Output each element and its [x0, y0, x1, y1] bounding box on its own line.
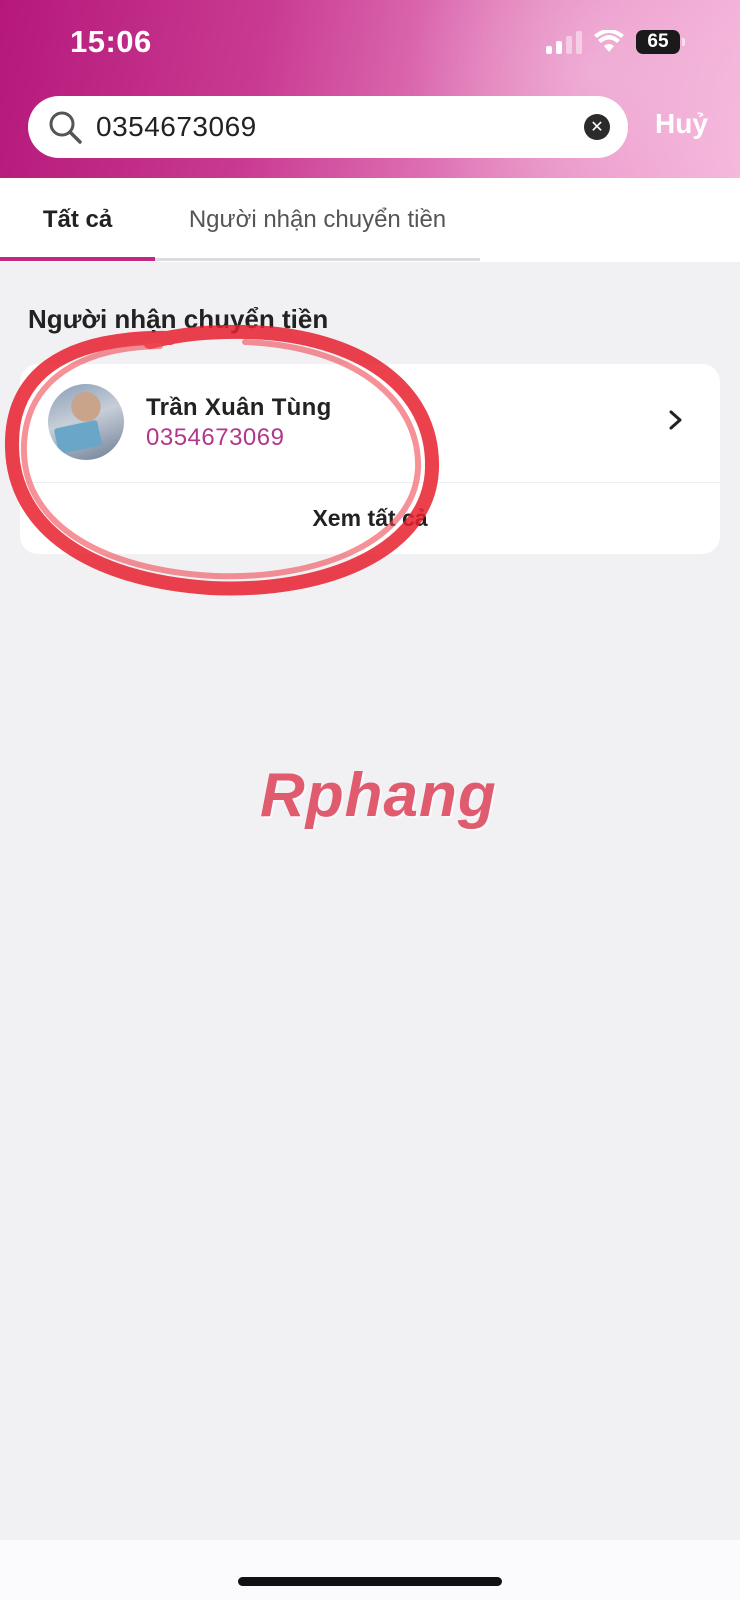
battery-icon: 65 — [636, 30, 685, 54]
home-indicator[interactable] — [238, 1577, 502, 1586]
watermark-logo: Rphang — [260, 760, 497, 831]
section-title: Người nhận chuyển tiền — [28, 304, 329, 334]
watermark-text: Rphang — [260, 761, 497, 830]
signal-icon — [546, 30, 582, 54]
tab-bar: Tất cả Người nhận chuyển tiền — [0, 178, 740, 262]
contact-name: Trần Xuân Tùng — [146, 394, 332, 421]
chevron-right-icon — [669, 410, 682, 430]
see-all-button[interactable]: Xem tất cả — [20, 483, 720, 554]
status-icons: 65 — [546, 28, 685, 56]
search-icon — [49, 111, 82, 144]
cancel-button[interactable]: Huỷ — [655, 108, 708, 140]
search-input[interactable] — [96, 111, 584, 143]
recipients-card: Trần Xuân Tùng 0354673069 Xem tất cả — [20, 364, 720, 554]
contact-phone: 0354673069 — [146, 424, 285, 451]
avatar — [48, 384, 124, 460]
tab-all[interactable]: Tất cả — [0, 178, 155, 262]
header: 15:06 65 ✕ Huỷ — [0, 0, 740, 178]
clear-icon[interactable]: ✕ — [584, 114, 610, 140]
tab-active-indicator — [0, 257, 155, 261]
search-bar[interactable]: ✕ — [28, 96, 628, 158]
wifi-icon — [594, 30, 624, 52]
tab-recipients[interactable]: Người nhận chuyển tiền — [155, 178, 480, 262]
contact-row[interactable]: Trần Xuân Tùng 0354673069 — [20, 364, 720, 482]
bottom-bar — [0, 1540, 740, 1600]
status-time: 15:06 — [70, 24, 152, 59]
